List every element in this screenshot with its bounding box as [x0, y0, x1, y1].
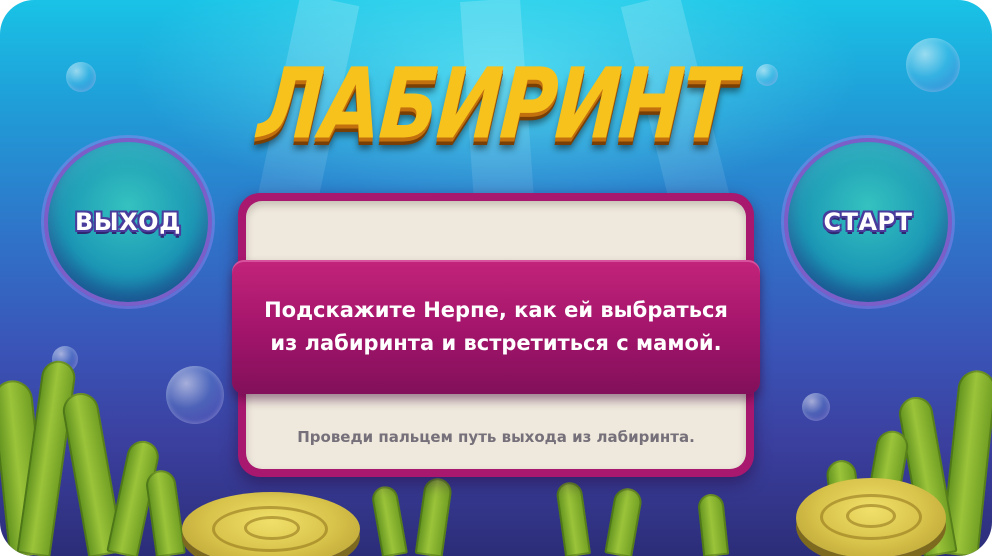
seaweed-icon [370, 484, 408, 556]
dialog-message: Подскажите Нерпе, как ей выбраться из ла… [246, 294, 746, 360]
dialog-message-line: из лабиринта и встретиться с мамой. [270, 331, 722, 355]
seaweed-icon [414, 476, 454, 556]
rock-icon [796, 478, 946, 556]
rock-icon [182, 492, 360, 556]
game-title: ЛАБИРИНТ [254, 48, 738, 162]
dialog-hint: Проведи пальцем путь выхода из лабиринта… [297, 428, 695, 446]
bubble-icon [66, 62, 96, 92]
seaweed-icon [554, 480, 592, 556]
rock-ring [244, 516, 300, 540]
seaweed-icon [604, 486, 644, 556]
game-screen: ЛАБИРИНТ ВЫХОД СТАРТ Подскажите Нерпе, к… [0, 0, 992, 556]
bubble-icon [166, 366, 224, 424]
bubble-icon [756, 64, 778, 86]
bubble-icon [906, 38, 960, 92]
seaweed-icon [144, 468, 186, 556]
rock-ring [846, 504, 896, 528]
bubble-icon [802, 393, 830, 421]
start-button-label: СТАРТ [823, 208, 913, 236]
seaweed-icon [696, 492, 730, 556]
exit-button[interactable]: ВЫХОД [44, 138, 212, 306]
exit-button-label: ВЫХОД [75, 208, 181, 236]
dialog-ribbon: Подскажите Нерпе, как ей выбраться из ла… [232, 260, 760, 394]
start-button[interactable]: СТАРТ [784, 138, 952, 306]
dialog-message-line: Подскажите Нерпе, как ей выбраться [264, 298, 728, 322]
